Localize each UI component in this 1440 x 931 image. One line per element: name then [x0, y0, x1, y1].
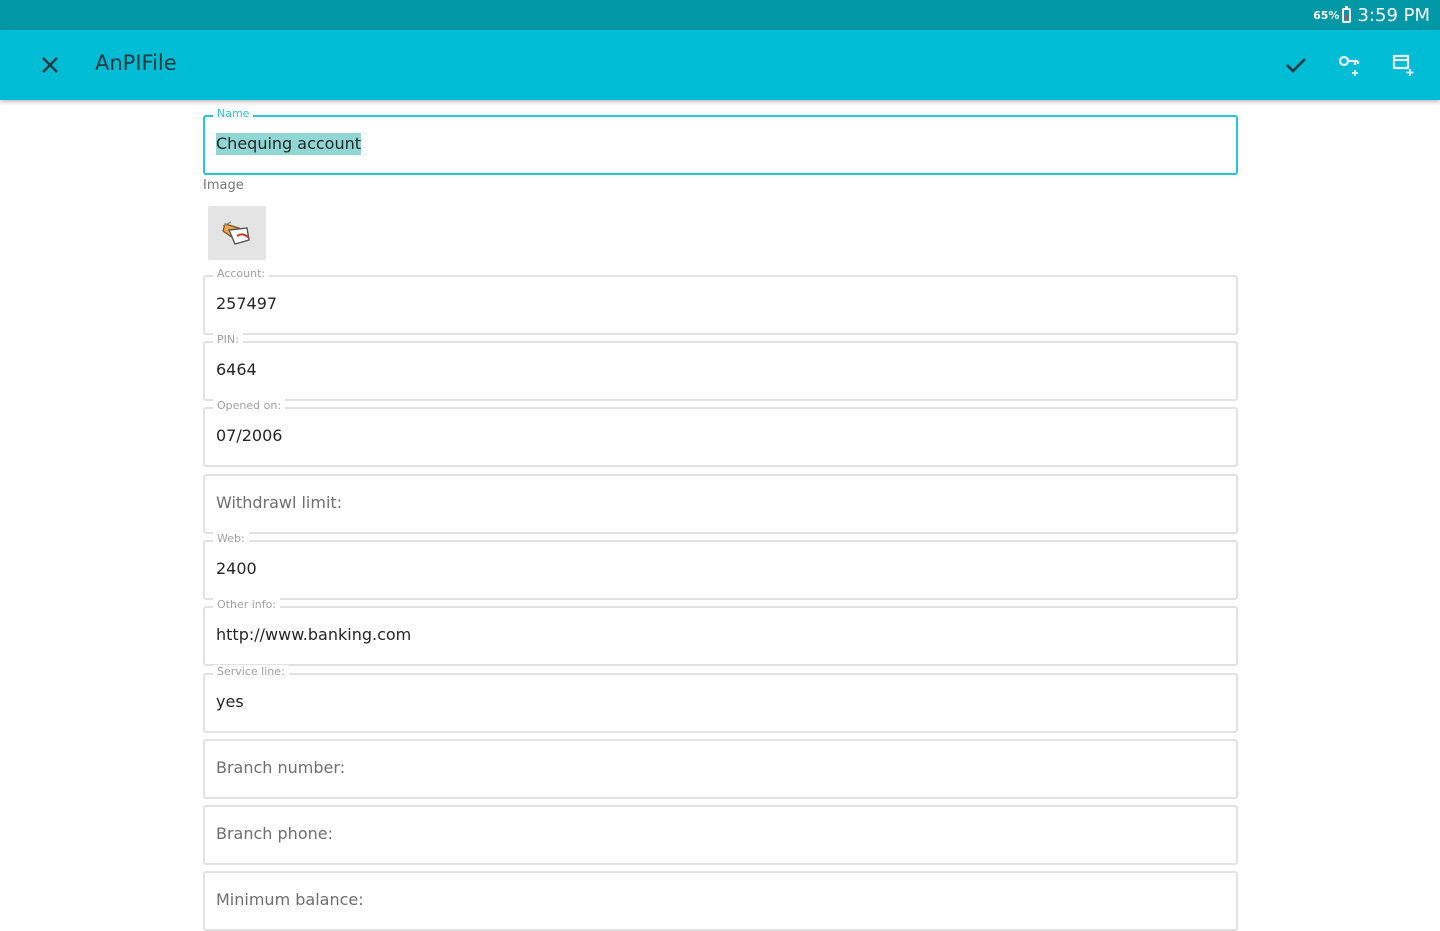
app-bar: AnPIFile — [0, 30, 1440, 100]
web-field-label: Web: — [213, 532, 249, 546]
branch-phone-placeholder: Branch phone: — [216, 824, 333, 843]
name-field[interactable]: Name Chequing account — [203, 107, 1238, 175]
branch-number-placeholder: Branch number: — [216, 758, 346, 777]
pin-field[interactable]: PIN: 6464 — [203, 333, 1238, 401]
opened-on-field-value[interactable]: 07/2006 — [216, 425, 282, 447]
name-field-label: Name — [213, 107, 254, 121]
opened-on-field-label: Opened on: — [213, 399, 286, 413]
account-field[interactable]: Account: 257497 — [203, 267, 1238, 335]
save-button[interactable] — [1278, 48, 1314, 82]
account-field-label: Account: — [213, 267, 270, 281]
add-key-button[interactable] — [1332, 48, 1368, 82]
withdrawl-limit-field[interactable]: Withdrawl limit: — [203, 474, 1238, 534]
check-icon — [1286, 58, 1306, 73]
add-field-button[interactable] — [1386, 48, 1422, 82]
name-field-value[interactable]: Chequing account — [216, 133, 362, 155]
other-info-field[interactable]: Other info: http://www.banking.com — [203, 598, 1238, 666]
app-title: AnPIFile — [95, 51, 177, 75]
pin-field-label: PIN: — [213, 333, 243, 347]
service-line-field-label: Service line: — [213, 665, 289, 679]
field-add-icon — [1392, 54, 1414, 76]
status-bar: 65% 3:59 PM — [0, 0, 1440, 30]
other-info-field-label: Other info: — [213, 598, 281, 612]
clock: 3:59 PM — [1357, 4, 1430, 26]
branch-number-field[interactable]: Branch number: — [203, 739, 1238, 799]
battery-percentage: 65% — [1313, 8, 1340, 22]
pin-field-value[interactable]: 6464 — [216, 359, 257, 381]
battery-icon — [1342, 5, 1352, 23]
image-picker[interactable] — [208, 206, 266, 260]
web-field-value[interactable]: 2400 — [216, 558, 257, 580]
branch-phone-field[interactable]: Branch phone: — [203, 805, 1238, 865]
other-info-field-value[interactable]: http://www.banking.com — [216, 624, 411, 646]
bank-card-image-icon — [222, 221, 250, 245]
image-label: Image — [203, 178, 244, 193]
withdrawl-limit-placeholder: Withdrawl limit: — [216, 493, 343, 512]
web-field[interactable]: Web: 2400 — [203, 532, 1238, 600]
minimum-balance-field[interactable]: Minimum balance: — [203, 871, 1238, 931]
close-button[interactable] — [34, 48, 66, 82]
opened-on-field[interactable]: Opened on: 07/2006 — [203, 399, 1238, 467]
service-line-field-value[interactable]: yes — [216, 691, 244, 713]
key-add-icon — [1338, 55, 1360, 76]
minimum-balance-placeholder: Minimum balance: — [216, 890, 364, 909]
account-field-value[interactable]: 257497 — [216, 293, 277, 315]
close-icon — [42, 57, 58, 73]
status-indicators: 65% 3:59 PM — [1313, 3, 1430, 27]
service-line-field[interactable]: Service line: yes — [203, 665, 1238, 733]
